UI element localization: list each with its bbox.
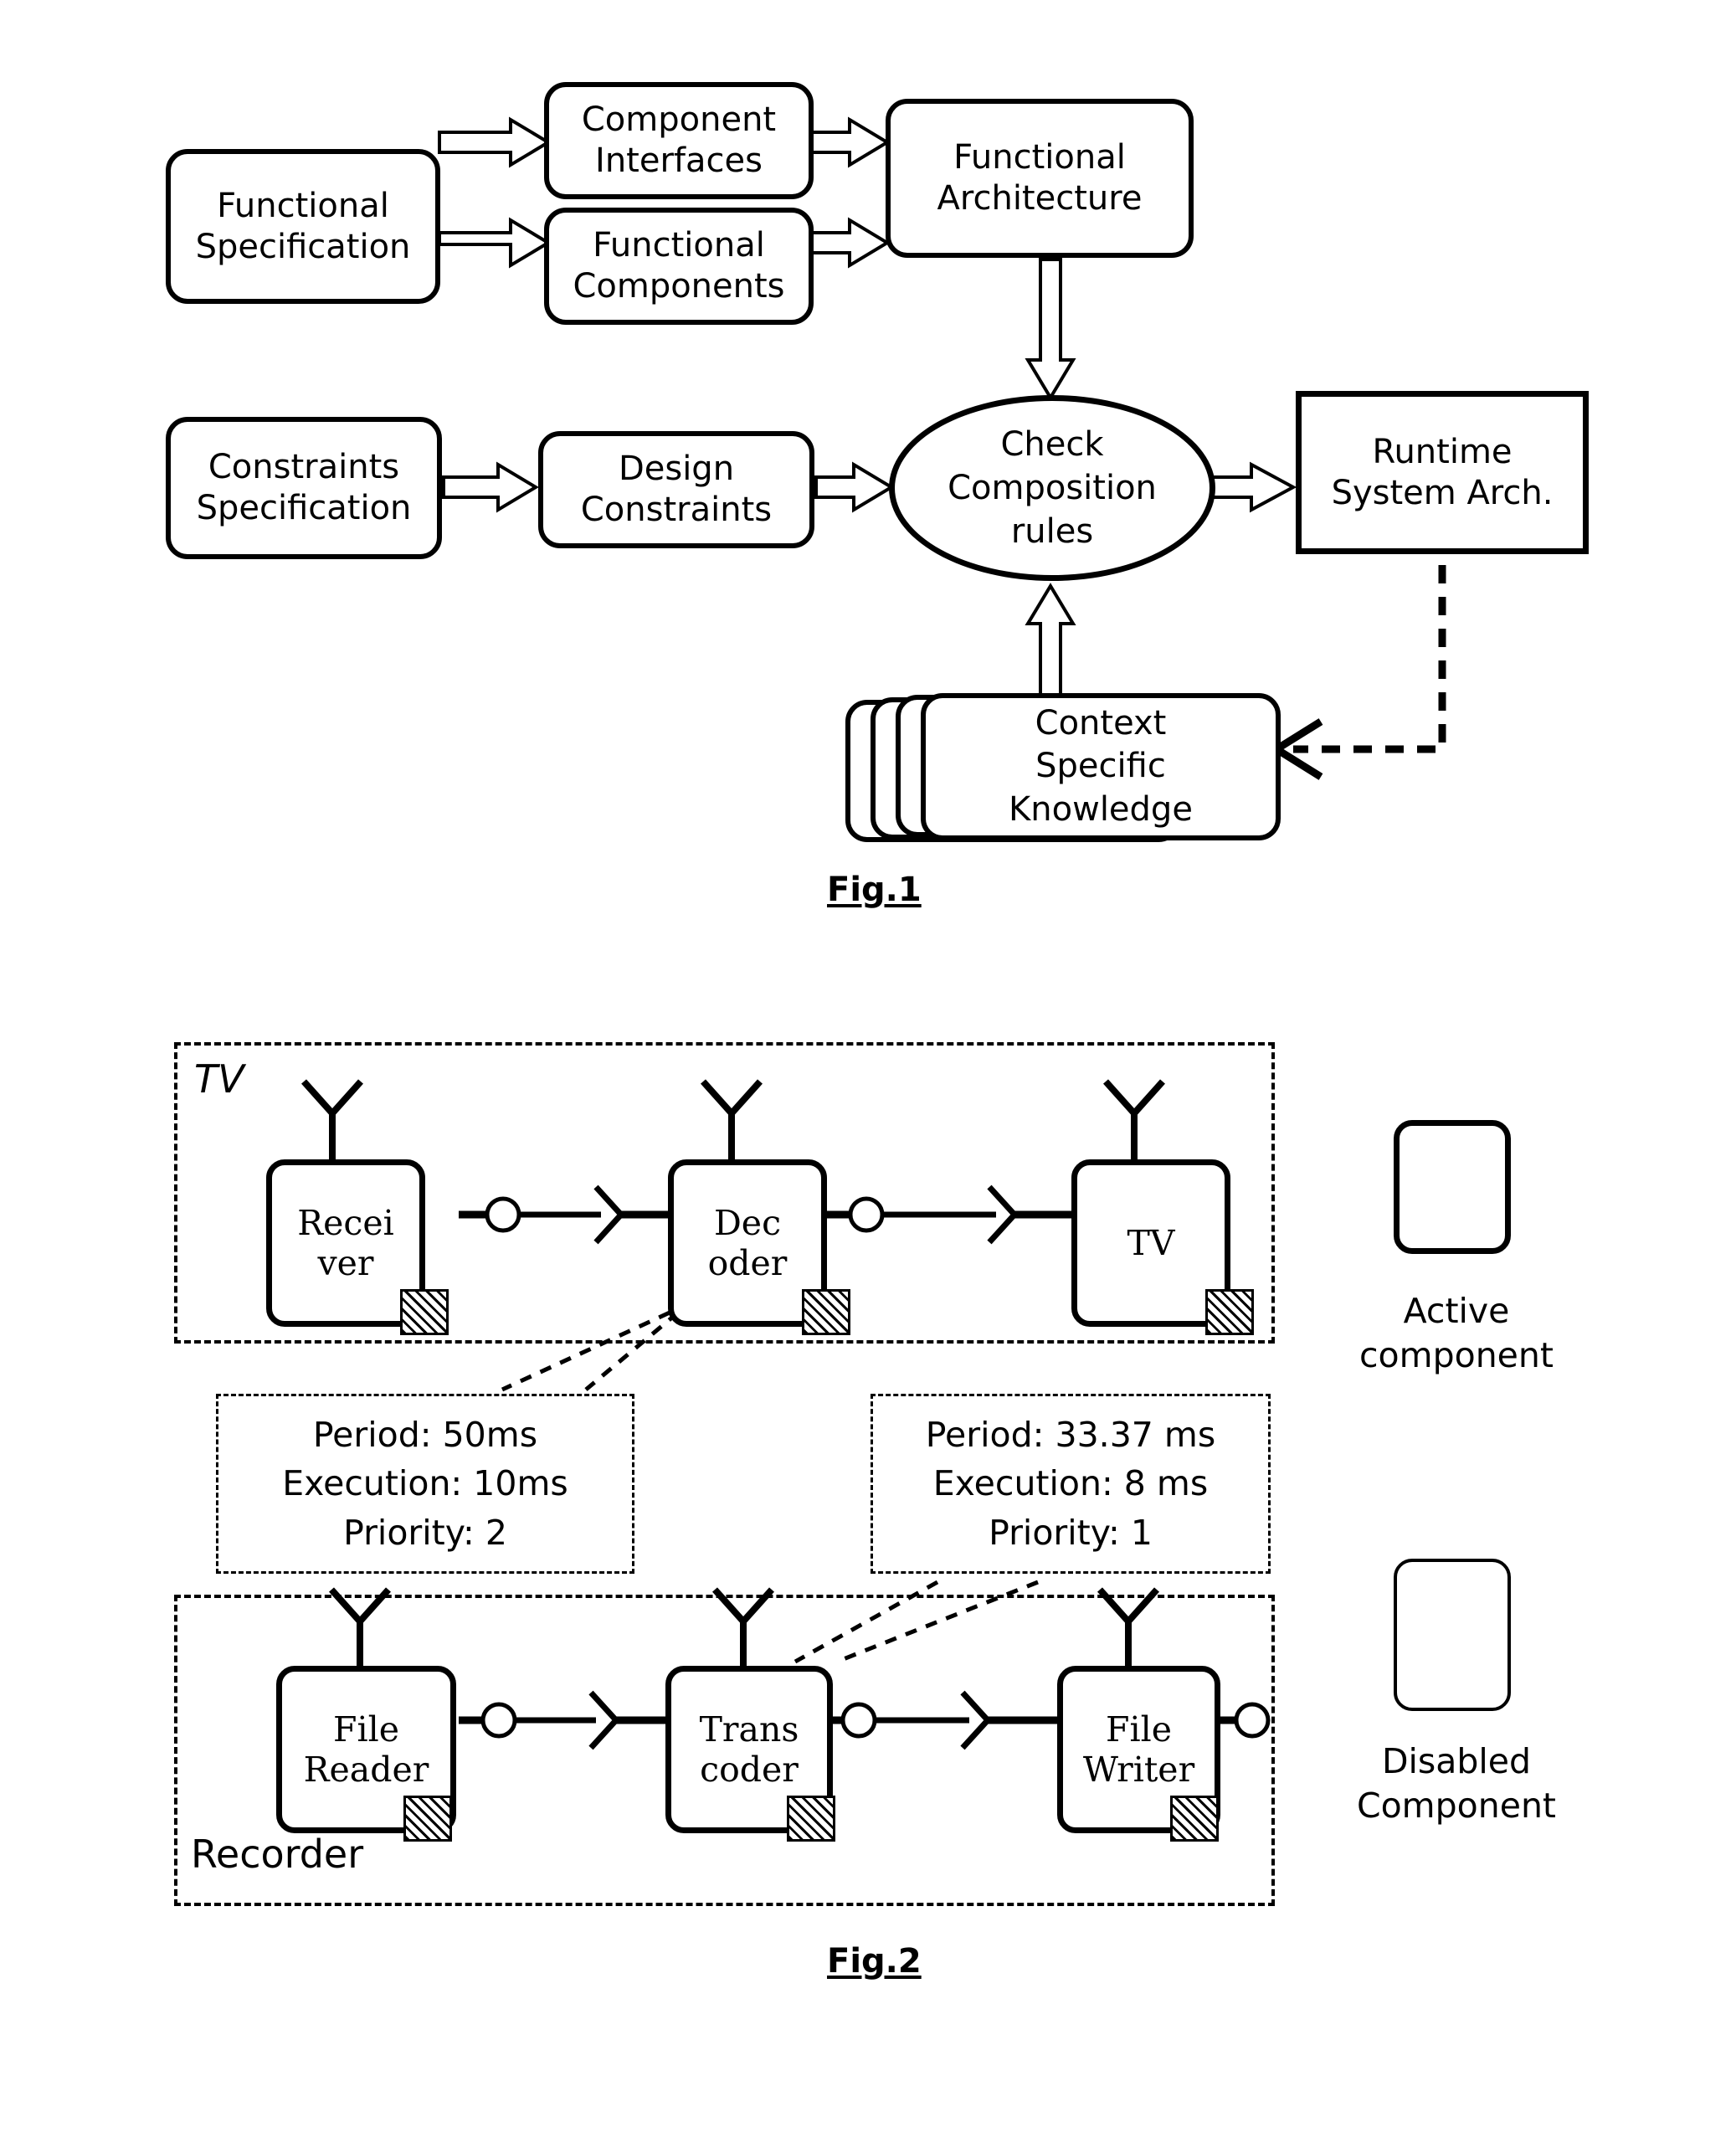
node-label: Context Specific Knowledge bbox=[1009, 704, 1193, 829]
component-label: Trans coder bbox=[699, 1709, 799, 1790]
tv-port-marker bbox=[1205, 1289, 1254, 1335]
node-component-interfaces[interactable]: Component Interfaces bbox=[544, 82, 814, 199]
annotation-transcoder-properties: Period: 33.37 ms Execution: 8 ms Priorit… bbox=[871, 1394, 1271, 1574]
legend-active-component-label: Active component bbox=[1359, 1291, 1554, 1376]
figure-2-caption: Fig.2 bbox=[827, 1942, 922, 1981]
node-label: Functional Architecture bbox=[937, 138, 1143, 218]
arrow-check-to-runtime bbox=[1210, 461, 1297, 513]
component-label: File Reader bbox=[303, 1709, 429, 1790]
node-context-specific-knowledge-stack[interactable]: Context Specific Knowledge bbox=[845, 693, 1281, 852]
node-functional-architecture[interactable]: Functional Architecture bbox=[886, 99, 1194, 258]
node-constraints-specification[interactable]: Constraints Specification bbox=[166, 417, 442, 559]
component-label: File Writer bbox=[1082, 1709, 1195, 1790]
decoder-port-marker bbox=[802, 1289, 850, 1335]
stack-card-front: Context Specific Knowledge bbox=[921, 693, 1281, 840]
annotation-execution: Execution: 10ms bbox=[282, 1463, 568, 1504]
legend-disabled-component-shape bbox=[1394, 1559, 1511, 1711]
transcoder-port-marker bbox=[787, 1796, 835, 1842]
legend-active-component-shape bbox=[1394, 1120, 1511, 1254]
file-reader-port-marker bbox=[403, 1796, 452, 1842]
node-functional-specification[interactable]: Functional Specification bbox=[166, 149, 440, 304]
node-label: Check Composition rules bbox=[948, 425, 1157, 551]
region-tv-label: TV bbox=[194, 1056, 244, 1102]
node-functional-components[interactable]: Functional Components bbox=[544, 208, 814, 325]
arrow-interfaces-to-architecture bbox=[810, 116, 891, 168]
arrow-design-to-check bbox=[814, 461, 895, 513]
legend-disabled-component-label: Disabled Component bbox=[1356, 1741, 1557, 1827]
arrow-spec-to-components bbox=[438, 217, 552, 269]
component-label: Recei ver bbox=[297, 1202, 394, 1283]
node-design-constraints[interactable]: Design Constraints bbox=[538, 431, 814, 548]
region-recorder-label: Recorder bbox=[191, 1832, 364, 1877]
node-label: Functional Specification bbox=[195, 186, 411, 266]
annotation-execution: Execution: 8 ms bbox=[932, 1463, 1209, 1504]
node-label: Component Interfaces bbox=[581, 100, 777, 180]
component-label: Dec oder bbox=[707, 1202, 788, 1283]
arrow-architecture-to-check bbox=[1025, 258, 1076, 401]
figure-1-caption: Fig.1 bbox=[827, 871, 922, 909]
node-label: Runtime System Arch. bbox=[1331, 432, 1554, 512]
file-writer-port-marker bbox=[1170, 1796, 1219, 1842]
annotation-period: Period: 33.37 ms bbox=[925, 1415, 1216, 1456]
node-label: Constraints Specification bbox=[196, 448, 412, 527]
node-label: Design Constraints bbox=[580, 450, 773, 529]
node-runtime-system-arch[interactable]: Runtime System Arch. bbox=[1296, 391, 1589, 554]
arrow-knowledge-to-check bbox=[1025, 583, 1076, 696]
arrow-spec-to-interfaces bbox=[438, 116, 552, 168]
annotation-priority: Priority: 1 bbox=[989, 1512, 1153, 1553]
node-label: Functional Components bbox=[573, 226, 785, 306]
arrow-components-to-architecture bbox=[810, 217, 891, 269]
arrow-constraints-to-design bbox=[442, 461, 539, 513]
node-check-composition-rules[interactable]: Check Composition rules bbox=[889, 395, 1215, 581]
annotation-priority: Priority: 2 bbox=[343, 1512, 507, 1553]
component-label: TV bbox=[1127, 1222, 1175, 1263]
annotation-period: Period: 50ms bbox=[312, 1415, 538, 1456]
receiver-port-marker bbox=[400, 1289, 449, 1335]
annotation-decoder-properties: Period: 50ms Execution: 10ms Priority: 2 bbox=[216, 1394, 634, 1574]
figure-sheet: Functional Specification Component Inter… bbox=[0, 0, 1736, 2153]
